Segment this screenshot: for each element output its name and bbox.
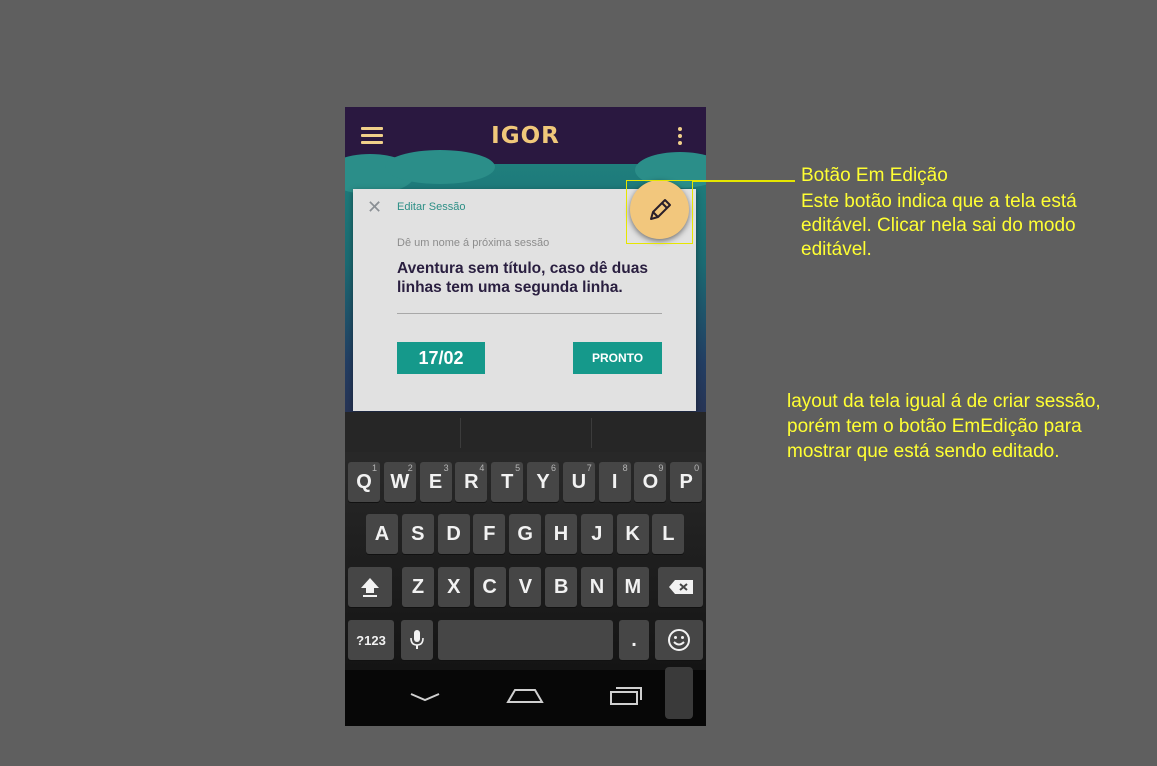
key-hint: 8 (622, 463, 628, 473)
callout-line (692, 180, 795, 182)
session-name-label: Dê um nome á próxima sessão (397, 237, 550, 249)
key-l[interactable]: L (652, 514, 685, 554)
symbols-key-label: ?123 (356, 632, 386, 648)
phone-screen: IGOR ✕ Editar Sessão Dê um nome á próxim… (345, 107, 706, 726)
emoji-key[interactable] (655, 620, 703, 660)
key-j[interactable]: J (580, 514, 613, 554)
input-underline (397, 313, 662, 314)
microphone-icon (410, 630, 424, 649)
hamburger-menu-icon[interactable] (361, 127, 383, 144)
key-k[interactable]: K (616, 514, 649, 554)
back-icon[interactable] (409, 688, 441, 708)
key-hint: 5 (515, 463, 521, 473)
key-d[interactable]: D (437, 514, 470, 554)
date-button[interactable]: 17/02 (397, 342, 485, 374)
key-o-label: O (642, 470, 659, 493)
key-u-label: U (571, 470, 587, 493)
key-q-label: Q (356, 470, 372, 493)
key-hint: 7 (586, 463, 592, 473)
key-hint: 4 (479, 463, 485, 473)
annotation-title: Botão Em Edição (801, 165, 948, 186)
key-n[interactable]: N (581, 567, 613, 607)
app-logo: IGOR (491, 122, 560, 149)
shift-key[interactable] (348, 567, 392, 607)
key-v[interactable]: V (509, 567, 542, 607)
more-vertical-icon[interactable] (678, 127, 682, 145)
space-key[interactable] (438, 620, 613, 660)
watermark-logo (665, 667, 693, 719)
key-hint: 9 (658, 463, 664, 473)
key-e[interactable]: E3 (419, 462, 452, 502)
key-w[interactable]: W2 (383, 462, 416, 502)
key-z-label: Z (411, 575, 425, 598)
key-hint: 1 (371, 463, 377, 473)
annotation-layout-note: layout da tela igual á de criar sessão, … (787, 391, 1101, 462)
key-r-label: R (464, 470, 479, 493)
key-c[interactable]: C (473, 567, 506, 607)
key-l-label: L (662, 522, 675, 545)
key-t-label: T (501, 470, 514, 493)
close-icon[interactable]: ✕ (367, 197, 382, 217)
key-m-label: M (624, 575, 642, 598)
key-v-label: V (518, 575, 533, 598)
key-x[interactable]: X (437, 567, 470, 607)
key-n-label: N (589, 575, 605, 598)
key-b-label: B (553, 575, 569, 598)
key-p-label: P (679, 470, 693, 493)
key-a-label: A (374, 522, 390, 545)
key-f[interactable]: F (473, 514, 506, 554)
key-s[interactable]: S (401, 514, 434, 554)
suggestion-bar (345, 412, 706, 452)
period-key-label: . (631, 628, 637, 651)
key-d-label: D (446, 522, 461, 545)
home-icon[interactable] (506, 684, 544, 706)
key-hint: 0 (694, 463, 700, 473)
symbols-key[interactable]: ?123 (348, 620, 394, 660)
annotation-body: Este botão indica que a tela está editáv… (801, 191, 1077, 260)
key-w-label: W (390, 470, 410, 493)
backspace-icon (668, 580, 693, 594)
key-u[interactable]: U7 (562, 462, 595, 502)
session-name-input[interactable]: Aventura sem título, caso dê duas linhas… (397, 259, 667, 297)
key-q[interactable]: Q1 (348, 462, 380, 502)
key-g-label: G (517, 522, 533, 545)
key-o[interactable]: O9 (634, 462, 667, 502)
key-f-label: F (483, 522, 496, 545)
key-t[interactable]: T5 (491, 462, 524, 502)
key-x-label: X (447, 575, 461, 598)
voice-input-key[interactable] (401, 620, 433, 660)
key-c-label: C (482, 575, 497, 598)
key-h-label: H (553, 522, 569, 545)
key-a[interactable]: A (366, 514, 398, 554)
key-j-label: J (591, 522, 603, 545)
backspace-key[interactable] (658, 567, 703, 607)
key-i[interactable]: I8 (598, 462, 631, 502)
key-s-label: S (411, 522, 425, 545)
key-h[interactable]: H (545, 514, 577, 554)
key-z[interactable]: Z (402, 567, 434, 607)
navigation-bar (345, 670, 706, 726)
shift-icon (361, 578, 379, 597)
key-g[interactable]: G (509, 514, 542, 554)
soft-keyboard: Q 1 W 2 E 3 R 4 T 5 Y 6 U 7 I 8 O 9 P 0 A S D F G H J K L Z X C V B N M ?123… (345, 412, 706, 670)
key-r[interactable]: R4 (455, 462, 488, 502)
done-button[interactable]: PRONTO (573, 342, 662, 374)
key-p[interactable]: P0 (670, 462, 703, 502)
key-m[interactable]: M (616, 567, 649, 607)
key-e-label: E (428, 470, 443, 493)
emoji-icon (668, 629, 690, 651)
key-hint: 6 (550, 463, 556, 473)
key-y-label: Y (536, 470, 550, 493)
key-hint: 2 (407, 463, 413, 473)
recent-apps-icon[interactable] (607, 684, 645, 708)
highlight-frame (626, 180, 693, 244)
key-b[interactable]: B (545, 567, 578, 607)
key-hint: 3 (443, 463, 449, 473)
dialog-title: Editar Sessão (397, 201, 466, 213)
key-y[interactable]: Y6 (527, 462, 559, 502)
key-i-label: I (611, 470, 618, 493)
key-k-label: K (625, 522, 640, 545)
period-key[interactable]: . (619, 620, 649, 660)
